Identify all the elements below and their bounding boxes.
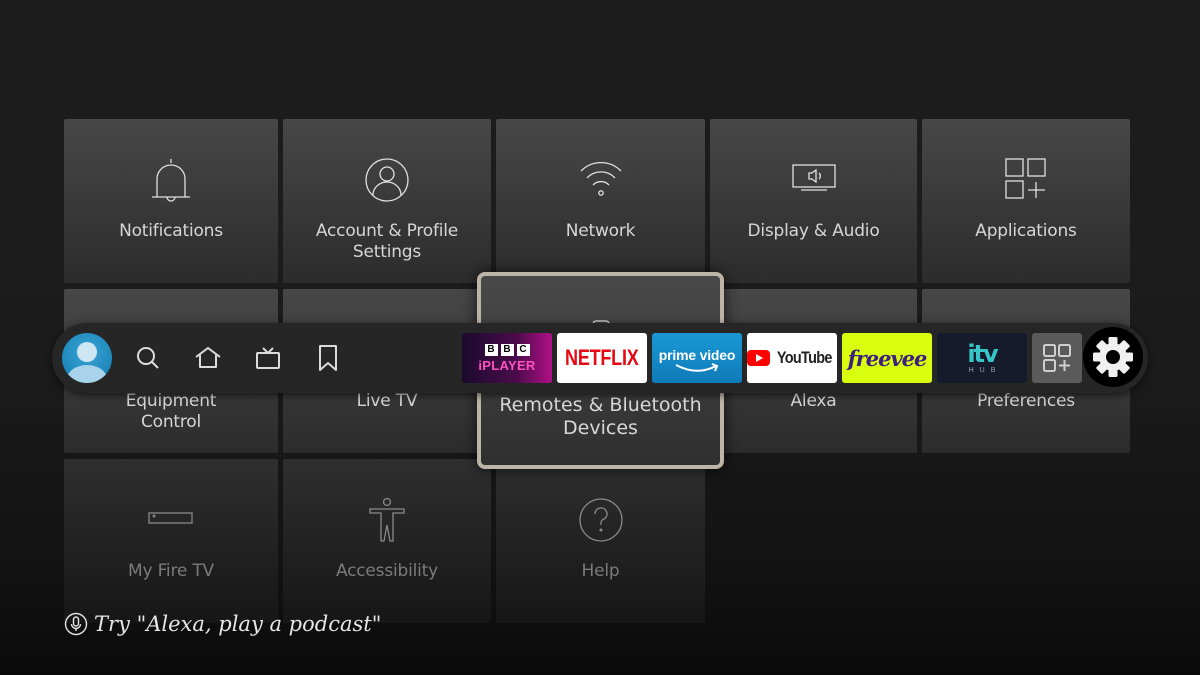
app-prime-video[interactable]: prime video — [652, 333, 742, 383]
hint-text: Try "Alexa, play a podcast" — [94, 612, 382, 636]
all-apps-button[interactable] — [1032, 333, 1082, 383]
tile-label: Account & Profile Settings — [315, 221, 459, 262]
tile-network[interactable]: Network — [496, 119, 705, 283]
amazon-smile-icon — [675, 363, 719, 372]
itv-hub-text: HUB — [968, 366, 1002, 374]
tile-notifications[interactable]: Notifications — [64, 119, 278, 283]
tile-label: My Fire TV — [128, 561, 214, 581]
app-itv-hub[interactable]: itv HUB — [937, 333, 1027, 383]
prime-video-logo: prime video — [658, 347, 736, 363]
tile-account-profile-settings[interactable]: Account & Profile Settings — [283, 119, 491, 283]
tile-applications[interactable]: Applications — [922, 119, 1130, 283]
fire-tv-stick-icon — [148, 511, 194, 530]
bbc-letter: B — [500, 343, 514, 356]
netflix-logo: NETFLIX — [565, 345, 639, 370]
iplayer-text: iPLAYER — [478, 357, 536, 373]
avatar[interactable] — [62, 333, 112, 383]
bbc-letter: B — [484, 343, 498, 356]
display-audio-icon — [791, 163, 837, 198]
itv-logo: itv — [967, 339, 998, 368]
tile-display-audio[interactable]: Display & Audio — [710, 119, 917, 283]
applications-icon — [1004, 157, 1048, 206]
freevee-logo: freevee — [847, 345, 928, 371]
alexa-hint: Try "Alexa, play a podcast" — [64, 612, 381, 636]
tile-label: Network — [565, 221, 636, 241]
tile-label: Preferences — [977, 391, 1075, 411]
app-freevee[interactable]: freevee — [842, 333, 932, 383]
tile-label: Help — [581, 561, 620, 581]
tile-label: Notifications — [119, 221, 223, 241]
microphone-icon — [64, 612, 88, 636]
tile-label: Accessibility — [335, 561, 438, 581]
tile-help[interactable]: Help — [496, 459, 705, 623]
search-icon[interactable] — [134, 344, 162, 372]
app-youtube[interactable]: YouTube — [747, 333, 837, 383]
home-icon[interactable] — [194, 344, 222, 372]
gear-icon — [1093, 337, 1133, 377]
bookmark-icon[interactable] — [314, 344, 342, 372]
youtube-logo: YouTube — [777, 348, 833, 367]
bell-icon — [149, 157, 193, 208]
bbc-letter: C — [516, 343, 530, 356]
tile-label: Live TV — [356, 391, 418, 411]
youtube-play-icon — [747, 350, 771, 366]
tv-icon[interactable] — [254, 344, 282, 372]
tile-label: Remotes & Bluetooth Devices — [499, 394, 702, 439]
accessibility-icon — [367, 497, 407, 548]
app-netflix[interactable]: NETFLIX — [557, 333, 647, 383]
app-bbc-iplayer[interactable]: B B C iPLAYER — [462, 333, 552, 383]
tile-my-fire-tv[interactable]: My Fire TV — [64, 459, 278, 623]
profile-icon — [364, 157, 410, 208]
tile-label: Alexa — [790, 391, 837, 411]
tile-label: Display & Audio — [747, 221, 880, 241]
settings-button[interactable] — [1083, 327, 1143, 387]
bbc-logo: B B C — [484, 343, 530, 356]
tile-label: Applications — [975, 221, 1077, 241]
apps-grid-icon — [1043, 344, 1071, 372]
wifi-icon — [578, 157, 624, 204]
tile-accessibility[interactable]: Accessibility — [283, 459, 491, 623]
tile-label: Equipment Control — [125, 391, 217, 432]
help-icon — [578, 497, 624, 548]
